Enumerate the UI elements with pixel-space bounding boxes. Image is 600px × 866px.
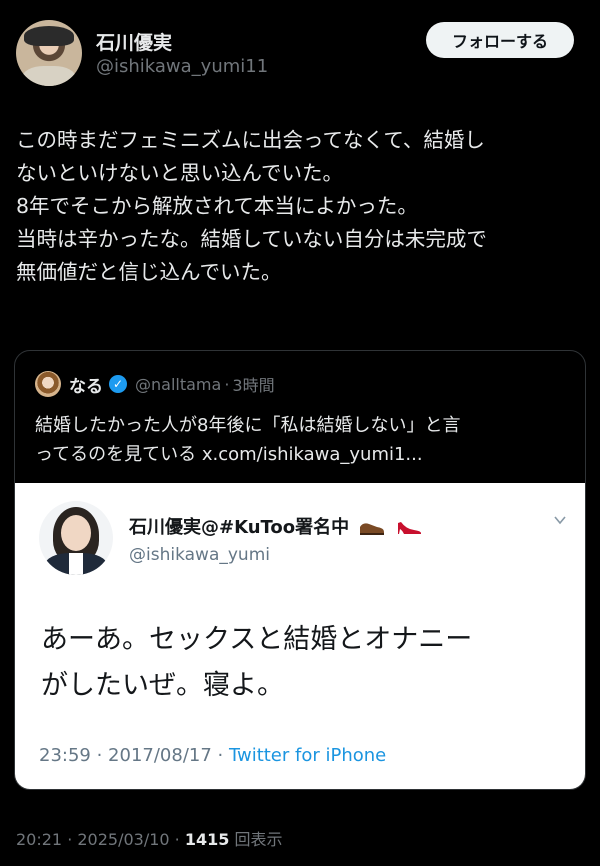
quoted-author-name: なる bbox=[69, 376, 103, 397]
quoted-tweet-header: なる ✓ @nalltama · 3時間 bbox=[35, 371, 275, 397]
tweet-line: この時まだフェミニズムに出会ってなくて、結婚し bbox=[16, 128, 485, 152]
quoted-tweet-line: 結婚したかった人が8年後に「私は結婚しない」と言 bbox=[35, 415, 461, 436]
avatar-face bbox=[61, 515, 91, 551]
embedded-author-handle: @ishikawa_yumi bbox=[129, 545, 270, 565]
views-count: 1415 bbox=[184, 830, 230, 849]
embedded-author-name: 石川優実@#KuToo署名中 bbox=[129, 517, 350, 538]
tweet-line: 無価値だと信じ込んでいた。 bbox=[16, 260, 282, 284]
quoted-tweet-card[interactable]: なる ✓ @nalltama · 3時間 結婚したかった人が8年後に「私は結婚し… bbox=[14, 350, 586, 790]
avatar-shirt bbox=[22, 66, 76, 86]
chevron-down-icon bbox=[554, 516, 566, 525]
tweet-text: この時まだフェミニズムに出会ってなくて、結婚し ないといけないと思い込んでいた。… bbox=[16, 124, 586, 289]
author-handle[interactable]: @ishikawa_yumi11 bbox=[96, 56, 268, 77]
quoted-tweet-time: 3時間 bbox=[232, 376, 275, 395]
quoted-tweet-text: 結婚したかった人が8年後に「私は結婚しない」と言 ってるのを見ている x.com… bbox=[35, 411, 575, 469]
tweet-line: ないといけないと思い込んでいた。 bbox=[16, 161, 343, 185]
quoted-author-handle: @nalltama bbox=[135, 374, 222, 394]
avatar-hat bbox=[24, 26, 74, 46]
embedded-author-name-row: 石川優実@#KuToo署名中 bbox=[129, 513, 422, 539]
embedded-tweet-line: あーあ。セックスと結婚とオナニー bbox=[41, 624, 473, 655]
separator-dot: · bbox=[224, 374, 230, 394]
tweet-line: 当時は辛かったな。結婚していない自分は未完成で bbox=[16, 227, 487, 251]
embedded-tweet-image[interactable]: 石川優実@#KuToo署名中 @ishikawa_yumi あーあ。セックスと結… bbox=[15, 483, 585, 789]
embedded-tweet-text: あーあ。セックスと結婚とオナニー がしたいぜ。寝よ。 bbox=[41, 617, 571, 709]
tweet-footer: 20:21 · 2025/03/10 · 1415 回表示 bbox=[16, 826, 282, 850]
embedded-author-avatar bbox=[39, 501, 113, 575]
embedded-tweet-line: がしたいぜ。寝よ。 bbox=[41, 670, 284, 701]
tweet-line: 8年でそこから解放されて本当によかった。 bbox=[16, 194, 418, 218]
avatar-collar bbox=[69, 553, 83, 575]
tweet-timestamp[interactable]: 20:21 · 2025/03/10 · bbox=[16, 830, 185, 849]
brown-shoe-icon bbox=[360, 523, 385, 535]
author-avatar[interactable] bbox=[16, 20, 82, 86]
embedded-tweet-source: Twitter for iPhone bbox=[228, 745, 387, 766]
quoted-tweet-line: ってるのを見ている x.com/ishikawa_yumi1... bbox=[35, 444, 423, 465]
embedded-tweet-time: 23:59 · 2017/08/17 · bbox=[39, 745, 229, 766]
embedded-tweet-meta: 23:59 · 2017/08/17 · Twitter for iPhone bbox=[39, 745, 386, 766]
red-heel-icon bbox=[397, 522, 421, 534]
tweet-page: 石川優実 @ishikawa_yumi11 フォローする この時まだフェミニズム… bbox=[0, 0, 600, 866]
follow-button[interactable]: フォローする bbox=[426, 22, 574, 58]
verified-badge-icon: ✓ bbox=[109, 375, 127, 393]
quoted-author-avatar bbox=[35, 371, 61, 397]
views-label: 回表示 bbox=[229, 830, 283, 849]
author-display-name[interactable]: 石川優実 bbox=[96, 28, 172, 55]
